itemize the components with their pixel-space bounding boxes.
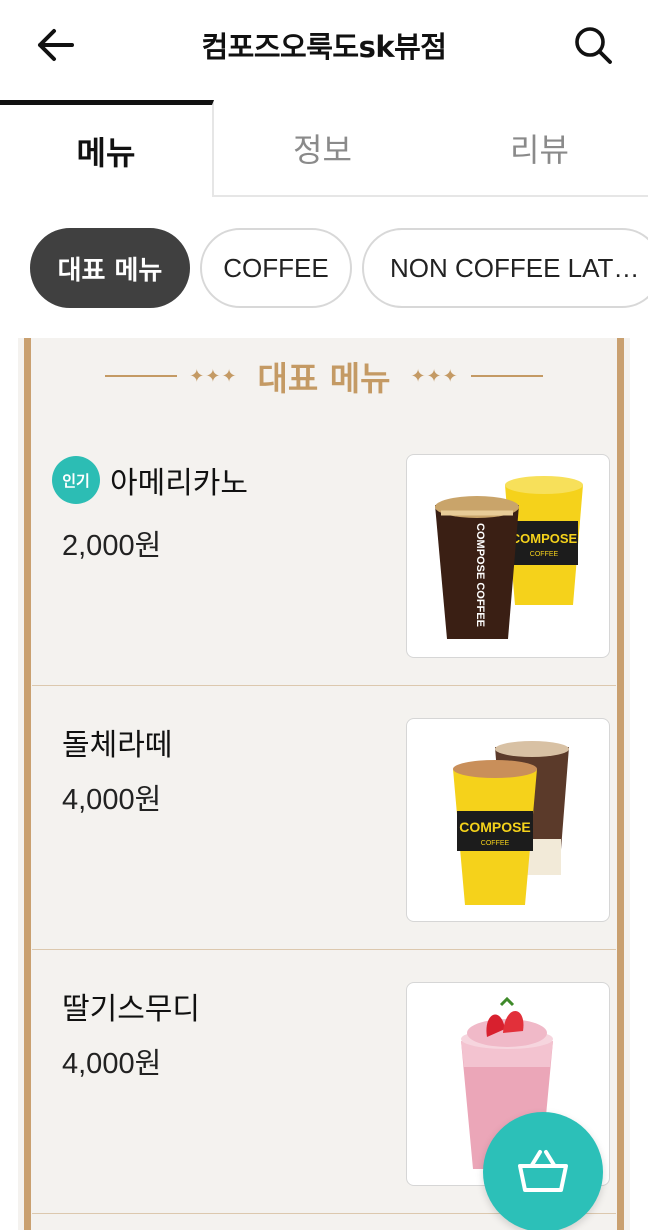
section-title: 대표 메뉴 — [257, 359, 391, 398]
item-name: 돌체라떼 — [62, 728, 173, 763]
tab-info[interactable]: 정보 — [214, 100, 431, 195]
search-icon — [575, 27, 612, 64]
svg-text:COMPOSE: COMPOSE — [511, 531, 578, 546]
svg-text:COFFEE: COFFEE — [481, 840, 510, 847]
item-price: 4,000원 — [62, 1048, 162, 1080]
decor-diamonds-right: ✦✦✦ — [410, 365, 459, 387]
store-tabs: 메뉴 정보 리뷰 — [0, 100, 648, 197]
chip-non-coffee-latte[interactable]: NON COFFEE LAT… — [362, 228, 648, 308]
item-name-row: 돌체라떼 — [62, 720, 172, 764]
svg-text:COMPOSE COFFEE: COMPOSE COFFEE — [474, 523, 486, 627]
menu-item-americano[interactable]: 인기 아메리카노 2,000원 COMPOSE COFFEE COMPOSE C… — [32, 422, 616, 686]
item-name-row: 인기 아메리카노 — [52, 456, 248, 504]
item-image-americano[interactable]: COMPOSE COFFEE COMPOSE COFFEE — [406, 454, 610, 658]
cart-fab-button[interactable] — [483, 1112, 603, 1230]
chip-signature-menu[interactable]: 대표 메뉴 — [30, 228, 190, 308]
search-button[interactable] — [568, 22, 618, 68]
store-title: 컴포즈오룩도sk뷰점 — [201, 30, 448, 64]
chip-coffee[interactable]: COFFEE — [200, 228, 352, 308]
decor-line-left — [105, 375, 178, 377]
svg-text:COMPOSE: COMPOSE — [459, 819, 531, 835]
tab-menu[interactable]: 메뉴 — [0, 100, 214, 197]
menu-item-dolce-latte[interactable]: 돌체라떼 4,000원 COMPOSE COFFEE — [32, 686, 616, 950]
popular-badge: 인기 — [52, 456, 100, 504]
menu-board: ✦✦✦ 대표 메뉴 ✦✦✦ 인기 아메리카노 2,000원 COMPOSE CO… — [18, 338, 630, 1230]
item-name: 딸기스무디 — [62, 992, 200, 1027]
svg-text:COFFEE: COFFEE — [530, 551, 559, 558]
category-chips: 대표 메뉴 COFFEE NON COFFEE LAT… — [30, 228, 648, 310]
item-image-dolce-latte[interactable]: COMPOSE COFFEE — [406, 718, 610, 922]
item-price: 2,000원 — [62, 530, 162, 562]
decor-line-right — [470, 375, 543, 377]
shopping-basket-icon — [518, 1150, 568, 1192]
item-name: 아메리카노 — [110, 466, 248, 501]
item-price: 4,000원 — [62, 784, 162, 816]
dolce-latte-cups-image: COMPOSE COFFEE — [453, 741, 569, 905]
americano-cups-image: COMPOSE COFFEE COMPOSE COFFEE — [435, 476, 583, 639]
section-header: ✦✦✦ 대표 메뉴 ✦✦✦ — [18, 354, 630, 398]
decor-diamonds-left: ✦✦✦ — [189, 365, 238, 387]
item-name-row: 딸기스무디 — [62, 984, 200, 1028]
app-header: 컴포즈오룩도sk뷰점 — [0, 0, 648, 92]
tab-reviews[interactable]: 리뷰 — [431, 100, 648, 195]
